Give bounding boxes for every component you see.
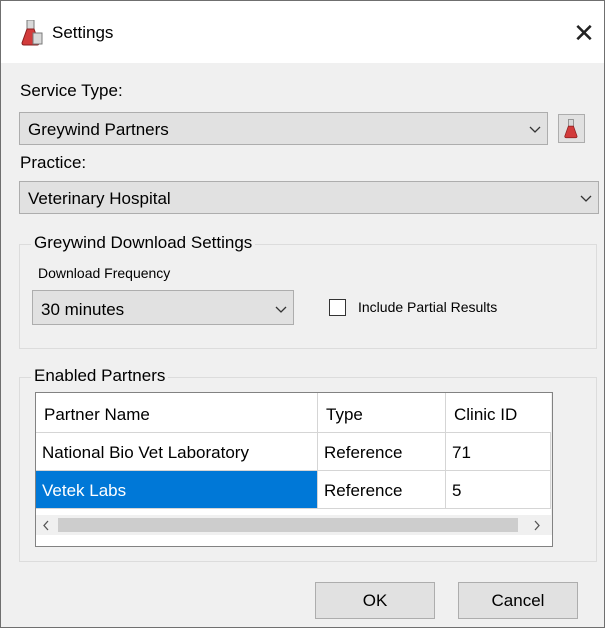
download-frequency-select[interactable]: 30 minutes [32, 290, 294, 325]
practice-select[interactable]: Veterinary Hospital [19, 181, 599, 214]
service-type-label: Service Type: [20, 81, 123, 100]
vertical-scrollbar[interactable] [551, 393, 552, 516]
settings-dialog: Settings ✕ Service Type: Greywind Partne… [0, 0, 605, 628]
download-frequency-label: Download Frequency [38, 265, 171, 281]
include-partial-results-label: Include Partial Results [358, 299, 498, 315]
column-header-label: Partner Name [44, 405, 150, 424]
table-row-cell-clinic-id[interactable]: 5 [446, 471, 551, 509]
close-icon[interactable]: ✕ [567, 16, 601, 50]
chevron-down-icon [275, 306, 287, 313]
flask-icon [21, 19, 43, 46]
column-header-clinic-id[interactable]: Clinic ID [446, 393, 551, 433]
chevron-down-icon [580, 195, 592, 202]
column-header-label: Type [326, 405, 363, 424]
table-row-cell-type[interactable]: Reference [318, 433, 446, 471]
table-row-cell-clinic-id[interactable]: 71 [446, 433, 551, 471]
download-settings-title: Greywind Download Settings [31, 233, 256, 253]
service-type-select[interactable]: Greywind Partners [19, 112, 548, 145]
flask-icon [564, 119, 578, 139]
partners-grid[interactable]: Partner Name Type Clinic ID National Bio… [35, 392, 553, 547]
ok-button[interactable]: OK [315, 582, 435, 619]
service-type-value: Greywind Partners [28, 120, 169, 139]
practice-label: Practice: [20, 153, 87, 172]
service-action-button[interactable] [558, 114, 585, 143]
column-header-partner-name[interactable]: Partner Name [36, 393, 318, 433]
practice-value: Veterinary Hospital [28, 189, 171, 208]
scrollbar-corner [551, 515, 552, 535]
enabled-partners-title: Enabled Partners [31, 366, 169, 386]
window-title: Settings [52, 23, 114, 42]
table-row-cell-partner-name[interactable]: National Bio Vet Laboratory [36, 433, 318, 471]
table-row-cell-partner-name[interactable]: Vetek Labs [36, 471, 318, 509]
download-frequency-value: 30 minutes [41, 300, 125, 319]
horizontal-scrollbar[interactable] [36, 515, 551, 535]
column-header-label: Clinic ID [454, 405, 518, 424]
chevron-left-icon[interactable] [42, 520, 50, 531]
horizontal-scroll-thumb[interactable] [58, 518, 518, 532]
column-header-type[interactable]: Type [318, 393, 446, 433]
table-row-cell-type[interactable]: Reference [318, 471, 446, 509]
cancel-button[interactable]: Cancel [458, 582, 578, 619]
chevron-right-icon[interactable] [533, 520, 541, 531]
title-bar: Settings ✕ [1, 1, 604, 63]
chevron-down-icon [529, 126, 541, 133]
include-partial-results-checkbox[interactable] [329, 299, 346, 316]
